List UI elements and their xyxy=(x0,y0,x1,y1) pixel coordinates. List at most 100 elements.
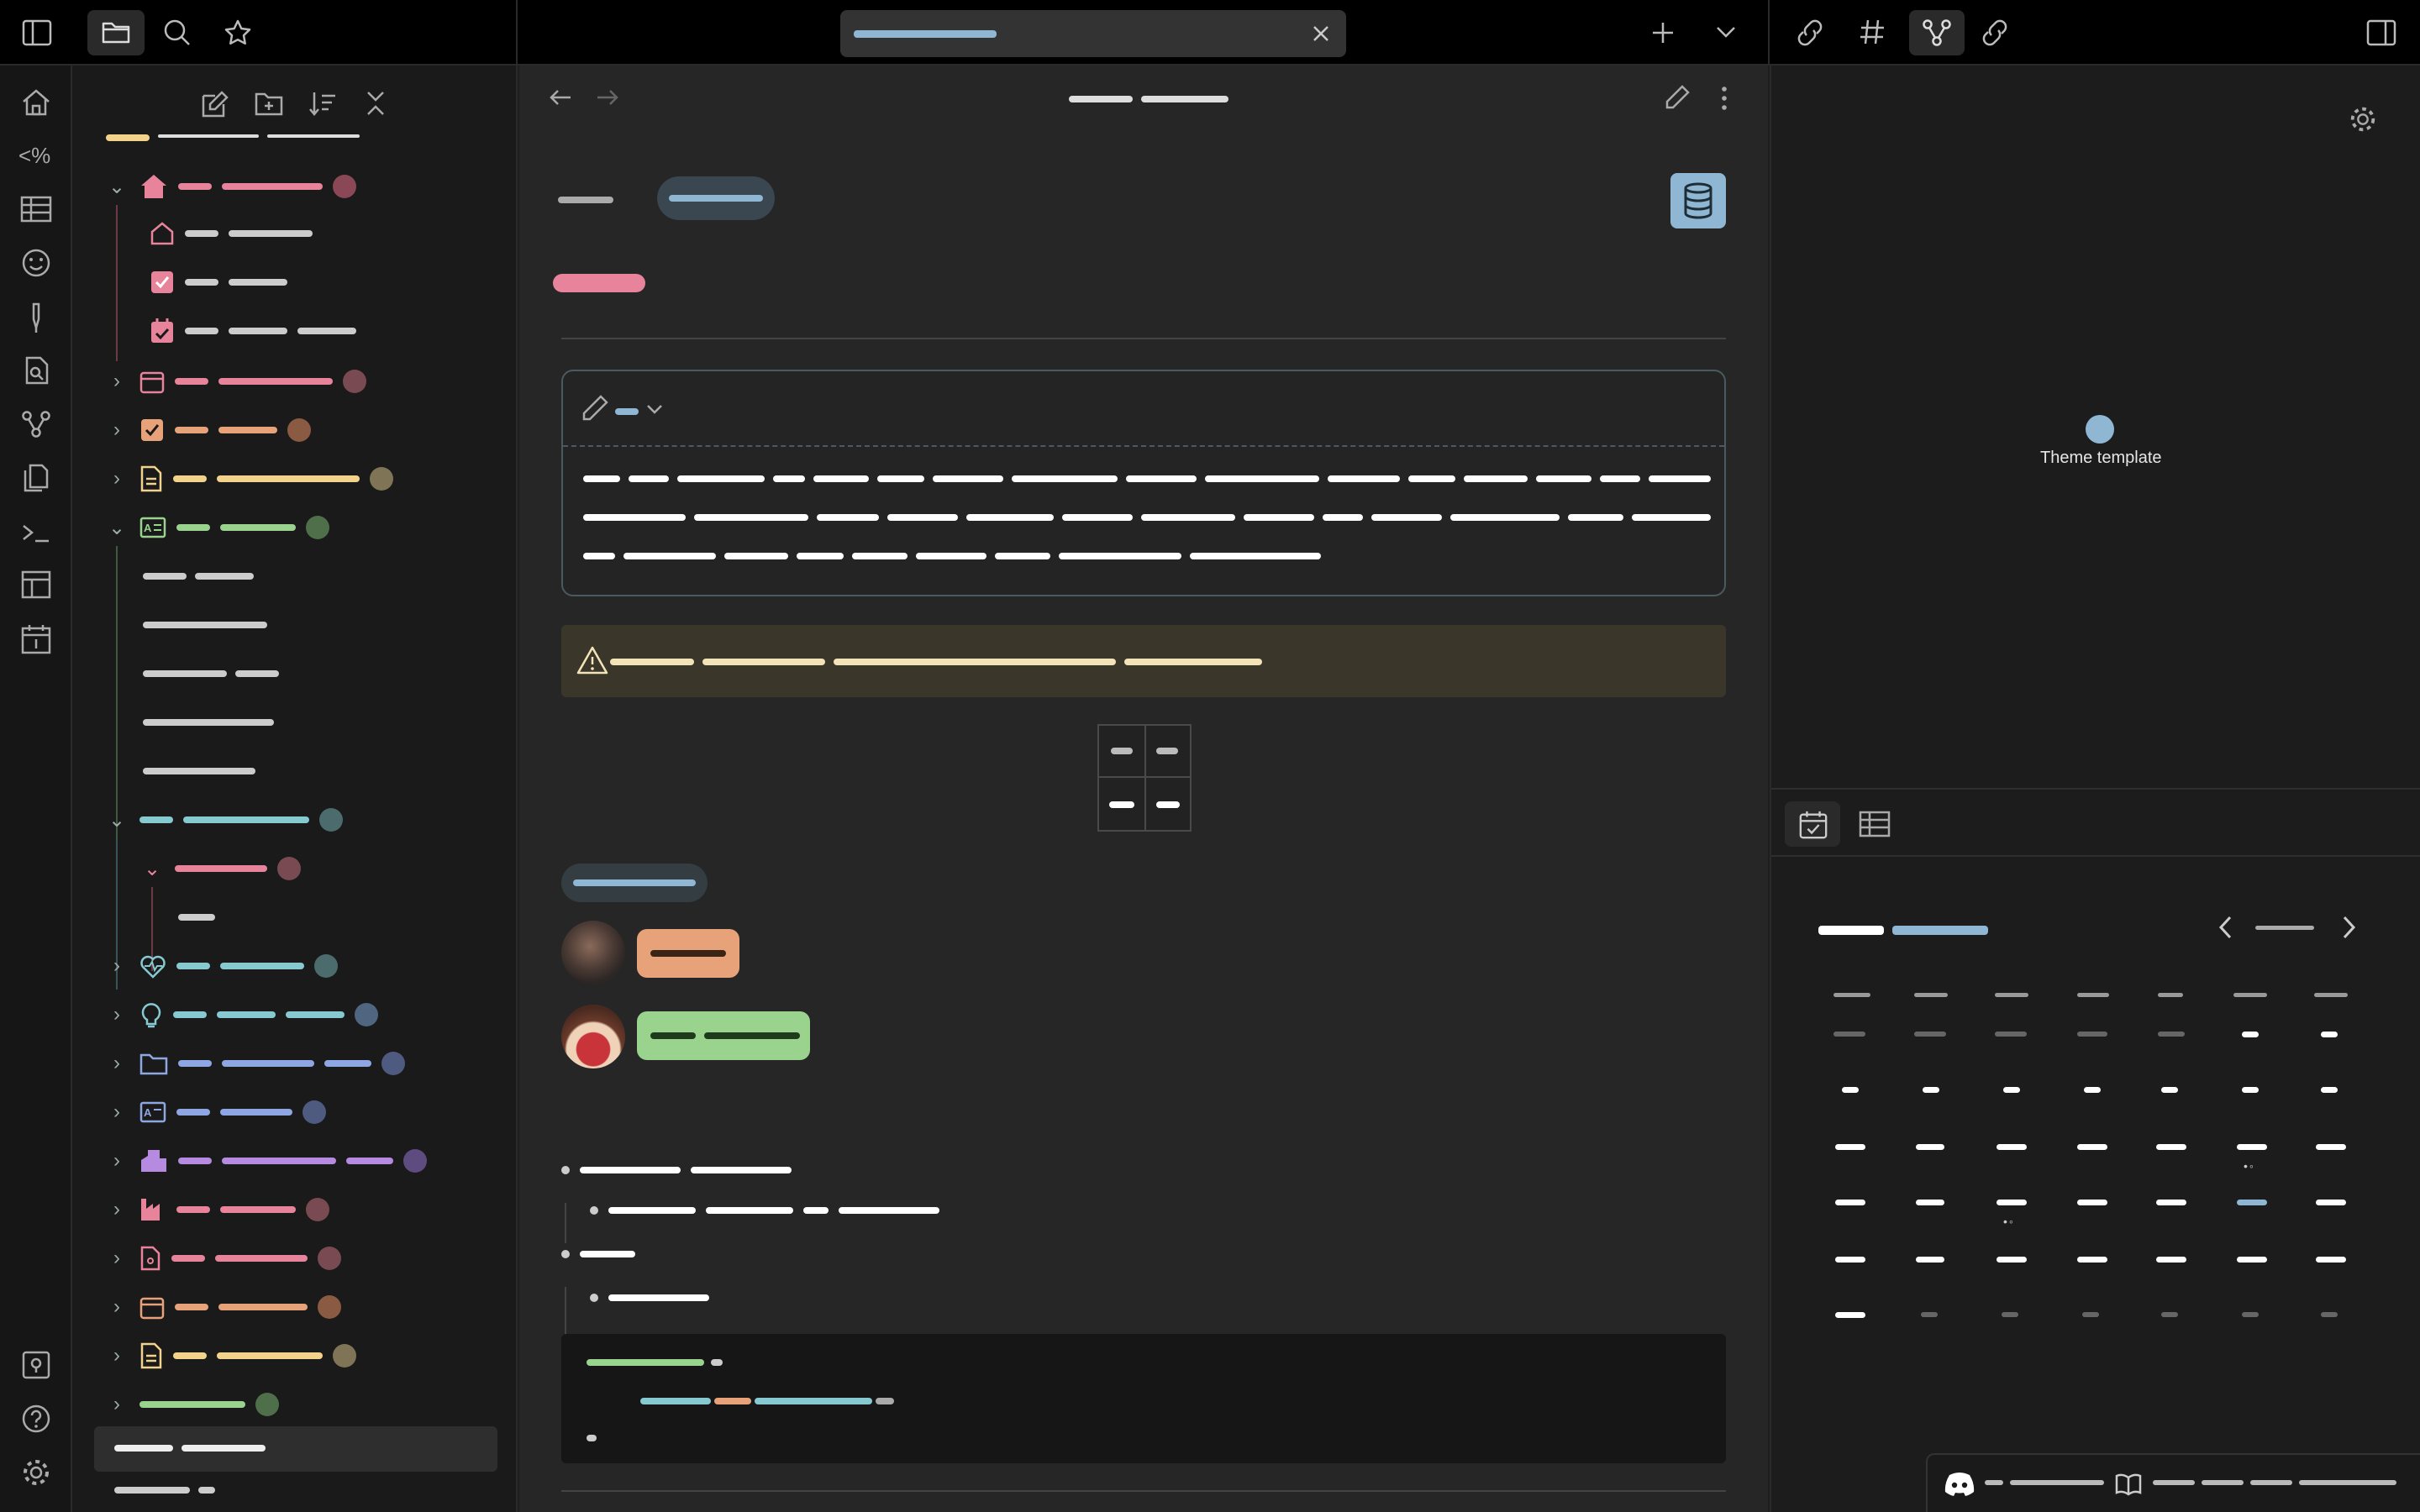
toggle-left-sidebar-icon[interactable] xyxy=(22,18,52,47)
terminal-icon[interactable] xyxy=(20,521,52,546)
calendar-day[interactable] xyxy=(1842,1087,1859,1093)
calendar-day[interactable] xyxy=(1996,1200,2027,1205)
today-button[interactable] xyxy=(2255,926,2314,930)
calendar-day-today[interactable] xyxy=(2237,1200,2267,1205)
calendar-day[interactable] xyxy=(1916,1144,1944,1150)
calendar-day[interactable] xyxy=(1996,1144,2027,1150)
close-tab-icon[interactable] xyxy=(1311,24,1331,44)
folder-health[interactable]: › xyxy=(104,949,338,983)
calendar-day[interactable] xyxy=(1916,1257,1944,1263)
calendar-day[interactable] xyxy=(2316,1144,2346,1150)
new-folder-icon[interactable] xyxy=(254,89,284,118)
calendar-day[interactable] xyxy=(2156,1257,2186,1263)
calendar-day[interactable] xyxy=(2003,1087,2020,1093)
help-icon[interactable] xyxy=(20,1403,52,1435)
folder-home[interactable]: ⌄ xyxy=(104,170,356,203)
calendar-day[interactable] xyxy=(2242,1032,2259,1037)
calendar-day[interactable] xyxy=(2082,1312,2099,1317)
file-ref-2[interactable] xyxy=(143,622,267,628)
folder-tasks[interactable]: › xyxy=(104,413,311,447)
search-icon[interactable] xyxy=(163,18,192,47)
collapse-all-icon[interactable] xyxy=(363,89,388,118)
folder-schedule[interactable]: › xyxy=(104,1290,341,1324)
back-arrow-icon[interactable] xyxy=(548,87,573,108)
database-button[interactable] xyxy=(1670,173,1726,228)
folder-projects[interactable]: ⌄ xyxy=(104,803,343,837)
calendar-day[interactable] xyxy=(1835,1200,1865,1205)
folder-notes[interactable]: › xyxy=(104,462,393,496)
calendar-day[interactable] xyxy=(1995,1032,2027,1037)
tab-list-chevron-icon[interactable] xyxy=(1714,24,1738,40)
folder-files[interactable]: › xyxy=(104,1242,341,1275)
folder-organizations[interactable]: › xyxy=(104,1144,427,1178)
calendar-day[interactable] xyxy=(2077,1144,2107,1150)
toggle-right-sidebar-icon[interactable] xyxy=(2366,18,2396,47)
folder-contacts[interactable]: › A xyxy=(104,1095,326,1129)
file-ref-5[interactable] xyxy=(143,768,255,774)
calendar-day[interactable] xyxy=(2161,1087,2178,1093)
calendar-day[interactable] xyxy=(2084,1087,2101,1093)
calendar-day[interactable] xyxy=(2316,1200,2346,1205)
calendar-day[interactable] xyxy=(1996,1257,2027,1263)
folder-ideas[interactable]: › xyxy=(104,998,378,1032)
property-tag-pill[interactable] xyxy=(657,176,775,220)
file-subproject-1[interactable] xyxy=(178,914,215,921)
calendar-day[interactable] xyxy=(1835,1312,1865,1318)
chevron-down-icon[interactable] xyxy=(645,403,664,417)
user-pill-green[interactable] xyxy=(637,1011,810,1060)
calendar-day[interactable] xyxy=(2321,1032,2338,1037)
edit-pencil-icon[interactable] xyxy=(1664,84,1691,111)
calendar-day[interactable] xyxy=(2077,1032,2107,1037)
calendar-day[interactable] xyxy=(1833,1032,1865,1037)
tags-icon[interactable] xyxy=(1857,17,1887,47)
user-pill-orange[interactable] xyxy=(637,929,739,978)
graph-node[interactable] xyxy=(2086,415,2114,444)
outgoing-links-icon[interactable] xyxy=(1980,17,2012,49)
calendar-icon[interactable] xyxy=(20,623,52,655)
file-tasks-note[interactable] xyxy=(150,265,287,299)
file-last[interactable] xyxy=(114,1487,215,1494)
calendar-day[interactable] xyxy=(2237,1144,2267,1150)
sort-icon[interactable] xyxy=(308,89,338,118)
file-ref-1[interactable] xyxy=(143,573,254,580)
file-calendar-note[interactable] xyxy=(150,314,356,348)
calendar-day[interactable] xyxy=(1835,1257,1865,1263)
layout-icon[interactable] xyxy=(20,570,52,600)
calendar-day[interactable] xyxy=(1921,1312,1938,1317)
calendar-day[interactable] xyxy=(2316,1257,2346,1263)
table-icon[interactable] xyxy=(20,195,52,223)
new-tab-icon[interactable] xyxy=(1650,20,1676,45)
more-options-icon[interactable] xyxy=(1719,86,1729,111)
property-pink-tag[interactable] xyxy=(553,274,645,292)
calendar-day[interactable] xyxy=(2002,1312,2018,1317)
calendar-day[interactable] xyxy=(2077,1200,2107,1205)
calendar-day[interactable] xyxy=(2321,1087,2338,1093)
settings-icon[interactable] xyxy=(20,1457,52,1488)
table-icon[interactable] xyxy=(1859,810,1891,838)
active-tab[interactable] xyxy=(840,10,1346,57)
calendar-day[interactable] xyxy=(2077,1257,2107,1263)
calendar-day[interactable] xyxy=(2161,1312,2178,1317)
calendar-day[interactable] xyxy=(2321,1312,2338,1317)
calendar-day[interactable] xyxy=(1923,1087,1939,1093)
folder-industry[interactable]: › xyxy=(104,1193,329,1226)
graph-settings-icon[interactable] xyxy=(2348,104,2378,134)
file-active[interactable] xyxy=(94,1426,497,1472)
file-home-note[interactable] xyxy=(150,217,313,250)
folder-subproject[interactable]: ⌄ xyxy=(139,852,301,885)
files-icon[interactable] xyxy=(20,462,52,494)
folder-documents[interactable]: › xyxy=(104,1339,356,1373)
calendar-day[interactable] xyxy=(1914,1032,1946,1037)
discord-icon[interactable] xyxy=(1943,1470,1976,1497)
file-ref-3[interactable] xyxy=(143,670,279,677)
calendar-day[interactable] xyxy=(2156,1144,2186,1150)
inline-tag[interactable] xyxy=(561,864,708,902)
templater-icon[interactable]: <% xyxy=(18,143,55,168)
star-icon[interactable] xyxy=(224,18,252,47)
calendar-day[interactable] xyxy=(1835,1144,1865,1150)
graph-icon[interactable] xyxy=(20,410,52,438)
home-icon[interactable] xyxy=(20,87,52,118)
folder-archive[interactable]: › xyxy=(104,1047,405,1080)
reading-view-icon[interactable] xyxy=(2114,1472,2143,1497)
backlinks-icon[interactable] xyxy=(1795,17,1827,49)
